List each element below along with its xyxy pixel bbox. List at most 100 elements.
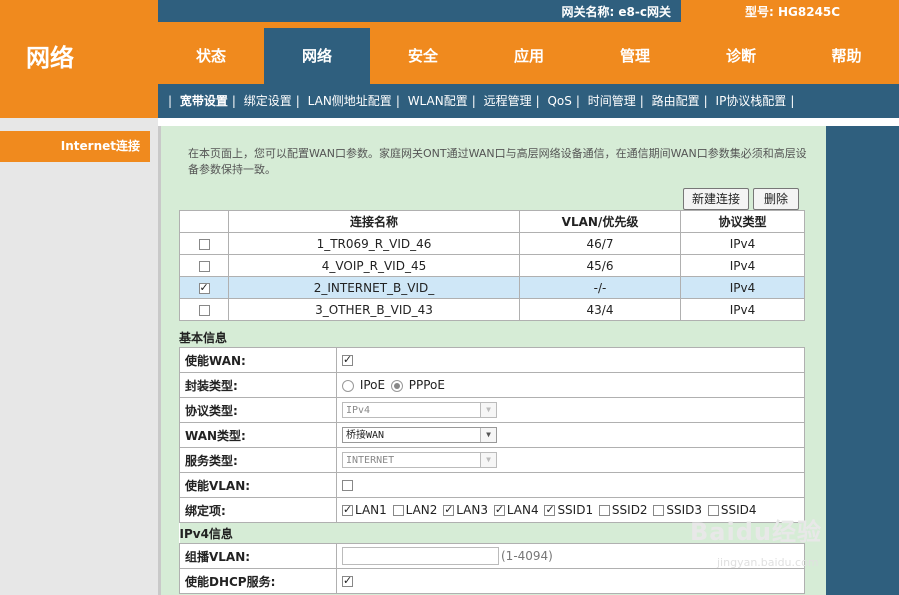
lan4-checkbox[interactable] [493,503,505,516]
form-row: 封装类型: IPoE PPPoE [179,372,805,398]
subnav-remote-management[interactable]: 远程管理 [480,94,536,108]
encap-type-cell: IPoE PPPoE [336,372,805,398]
subnav-binding[interactable]: 绑定设置 [240,94,296,108]
ipoe-radio[interactable] [342,379,354,392]
enable-wan-checkbox[interactable] [342,353,353,366]
protocol-type-value: IPv4 [346,405,371,416]
sidebar-item-internet[interactable]: Internet连接 [0,131,150,162]
row-select-cell [179,276,229,299]
row-select-cell [179,298,229,321]
binding-label: 绑定项: [179,497,337,523]
lan1-label: LAN1 [355,503,387,517]
brand-area: 网络 [0,0,158,118]
chevron-down-icon: ▼ [480,453,496,467]
enable-dhcp-checkbox[interactable] [342,574,353,587]
form-row: 使能VLAN: [179,472,805,498]
wan-type-value: 桥接WAN [346,430,385,441]
conn-name-cell: 2_INTERNET_B_VID_ [228,276,520,299]
ssid1-label: SSID1 [557,503,594,517]
row-checkbox[interactable] [198,304,210,316]
enable-dhcp-label: 使能DHCP服务: [179,568,337,594]
wan-type-label: WAN类型: [179,422,337,448]
sub-nav-separator: | [395,94,400,108]
pppoe-label: PPPoE [408,378,445,392]
lan3-checkbox[interactable] [443,503,455,516]
baidu-watermark-url: jingyan.baidu.com [717,556,819,569]
table-row[interactable]: 1_TR069_R_VID_46 46/7 IPv4 [179,232,805,255]
form-row: 使能DHCP服务: [179,568,805,594]
conn-vlan-cell: 43/4 [519,298,681,321]
gateway-name: 网关名称: e8-c网关 [561,5,671,19]
subnav-routing[interactable]: 路由配置 [648,94,704,108]
form-row: WAN类型: 桥接WAN ▼ [179,422,805,448]
row-select-cell [179,254,229,277]
sub-nav-separator: | [168,94,173,108]
model-bar: 型号: HG8245C [681,0,899,22]
multicast-vlan-input[interactable] [342,547,499,565]
basic-info-form: 使能WAN: 封装类型: IPoE PPPoE 协议类型: IPv4 ▼ WAN类… [179,347,805,594]
brand-title: 网络 [26,44,74,72]
table-header-row: 连接名称 VLAN/优先级 协议类型 [179,210,805,233]
row-checkbox[interactable] [198,238,210,250]
column-header-vlan: VLAN/优先级 [519,210,681,233]
tab-application[interactable]: 应用 [476,28,582,84]
delete-button[interactable]: 删除 [753,188,799,210]
ssid3-checkbox[interactable] [653,505,665,516]
chevron-down-icon: ▼ [480,403,496,417]
model-label: 型号: HG8245C [745,5,841,19]
subnav-qos[interactable]: QoS [543,94,575,108]
row-select-cell [179,232,229,255]
chevron-down-icon: ▼ [480,428,496,442]
protocol-type-select[interactable]: IPv4 ▼ [342,402,497,418]
tab-network[interactable]: 网络 [264,28,370,84]
service-type-select[interactable]: INTERNET ▼ [342,452,497,468]
left-panel [0,118,158,595]
tab-help[interactable]: 帮助 [794,28,899,84]
content-top-gap [158,118,899,126]
subnav-time[interactable]: 时间管理 [584,94,640,108]
enable-wan-label: 使能WAN: [179,347,337,373]
ipoe-label: IPoE [359,378,386,392]
tab-security[interactable]: 安全 [370,28,476,84]
conn-name-cell: 1_TR069_R_VID_46 [228,232,520,255]
multicast-vlan-label: 组播VLAN: [179,543,337,569]
lan2-checkbox[interactable] [392,505,404,516]
wan-type-select[interactable]: 桥接WAN ▼ [342,427,497,443]
enable-vlan-label: 使能VLAN: [179,472,337,498]
subnav-ip-stack[interactable]: IP协议栈配置 [712,94,791,108]
service-type-cell: INTERNET ▼ [336,447,805,473]
protocol-type-cell: IPv4 ▼ [336,397,805,423]
table-row-selected[interactable]: 2_INTERNET_B_VID_ -/- IPv4 [179,276,805,299]
select-column-header [179,210,229,233]
tab-management[interactable]: 管理 [582,28,688,84]
lan2-label: LAN2 [405,503,438,517]
ssid2-checkbox[interactable] [598,505,610,516]
column-header-protocol: 协议类型 [680,210,805,233]
tab-diagnosis[interactable]: 诊断 [688,28,794,84]
subnav-wlan[interactable]: WLAN配置 [404,94,472,108]
sub-nav-separator: | [231,94,236,108]
table-row[interactable]: 3_OTHER_B_VID_43 43/4 IPv4 [179,298,805,321]
pppoe-radio[interactable] [390,379,403,392]
subnav-broadband[interactable]: 宽带设置 [176,94,232,108]
tab-status[interactable]: 状态 [158,28,264,84]
row-checkbox[interactable] [198,281,210,294]
service-type-label: 服务类型: [179,447,337,473]
encap-type-label: 封装类型: [179,372,337,398]
service-type-value: INTERNET [346,455,395,466]
ssid1-checkbox[interactable] [544,503,556,516]
enable-vlan-checkbox[interactable] [342,480,353,491]
new-connection-button[interactable]: 新建连接 [683,188,749,210]
ssid2-label: SSID2 [611,503,648,517]
connection-table: 连接名称 VLAN/优先级 协议类型 1_TR069_R_VID_46 46/7… [179,210,805,321]
form-row: 服务类型: INTERNET ▼ [179,447,805,473]
conn-protocol-cell: IPv4 [680,298,805,321]
right-bar [826,126,899,595]
sub-nav-separator: | [535,94,540,108]
row-checkbox[interactable] [198,260,210,272]
conn-vlan-cell: 46/7 [519,232,681,255]
table-row[interactable]: 4_VOIP_R_VID_45 45/6 IPv4 [179,254,805,277]
multicast-vlan-hint: (1-4094) [501,548,553,563]
lan1-checkbox[interactable] [342,503,353,516]
subnav-lan-address[interactable]: LAN侧地址配置 [304,94,396,108]
